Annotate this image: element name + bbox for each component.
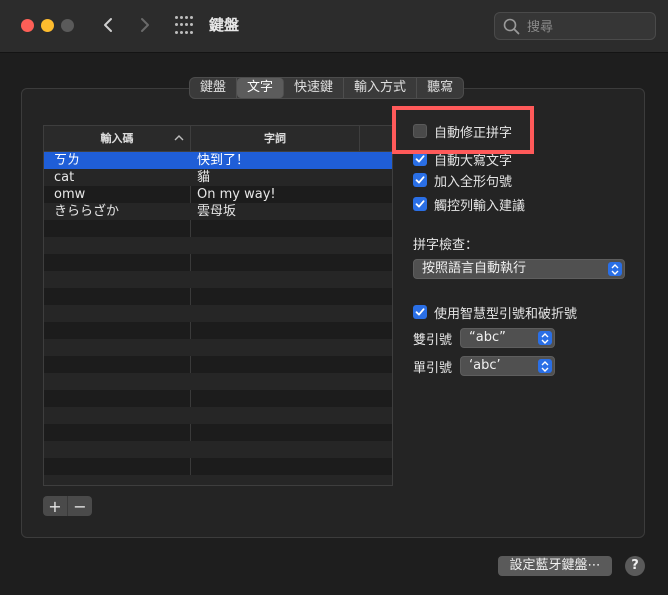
empty-row [44, 220, 392, 237]
tab-shortcuts[interactable]: 快速鍵 [284, 78, 345, 98]
touchbar-suggestions-option[interactable]: 觸控列輸入建議 [413, 195, 526, 214]
row-word: 快到了！ [197, 153, 250, 168]
sort-ascending-icon [174, 135, 184, 141]
minimize-button[interactable] [41, 19, 54, 32]
single-quote-popup[interactable]: ‘abc’ [460, 356, 555, 376]
empty-row [44, 305, 392, 322]
close-button[interactable] [21, 19, 34, 32]
updown-arrows-icon [608, 262, 622, 276]
search-input[interactable] [525, 17, 649, 37]
table-header: 輸入碼 字詞 [44, 126, 392, 152]
fullwidth-period-option[interactable]: 加入全形句號 [413, 171, 513, 190]
table-rows: ㄎㄌ 快到了！ cat 貓 omw On my way! きららざか 雲母坂 [44, 152, 392, 485]
empty-row [44, 322, 392, 339]
search-field[interactable] [494, 12, 656, 40]
column-header-with[interactable]: 字詞 [191, 126, 360, 151]
chevron-left-icon [104, 18, 112, 32]
empty-row [44, 373, 392, 390]
checkmark-icon [415, 176, 425, 184]
spelling-value: 按照語言自動執行 [422, 261, 527, 276]
checkmark-icon [415, 155, 425, 163]
help-button[interactable]: ? [625, 556, 645, 576]
search-icon [503, 18, 520, 35]
row-code: cat [54, 170, 75, 185]
touchbar-suggestions-checkbox[interactable] [413, 197, 427, 211]
spelling-label: 拼字檢查： [413, 238, 479, 253]
remove-button[interactable]: − [67, 496, 92, 516]
table-row[interactable]: ㄎㄌ 快到了！ [44, 152, 392, 169]
updown-arrows-icon [538, 359, 552, 373]
back-button[interactable] [96, 13, 120, 37]
row-word: On my way! [197, 187, 276, 202]
tab-text[interactable]: 文字 [237, 78, 285, 98]
show-all-grid-icon[interactable] [175, 16, 195, 36]
spelling-popup[interactable]: 按照語言自動執行 [413, 259, 625, 279]
row-word: 雲母坂 [197, 204, 237, 219]
forward-button[interactable] [133, 13, 157, 37]
row-word: 貓 [197, 170, 211, 185]
checkmark-icon [415, 308, 425, 316]
smart-quotes-label: 使用智慧型引號和破折號 [434, 306, 578, 322]
column-header-replace[interactable]: 輸入碼 [44, 126, 191, 151]
column-header-replace-label: 輸入碼 [100, 132, 134, 145]
tab-input-sources[interactable]: 輸入方式 [344, 78, 418, 98]
row-code: ㄎㄌ [54, 153, 81, 168]
empty-row [44, 458, 392, 475]
table-row[interactable]: きららざか 雲母坂 [44, 203, 392, 220]
checkmark-icon [415, 200, 425, 208]
setup-bluetooth-keyboard-button[interactable]: 設定藍牙鍵盤⋯ [498, 556, 612, 576]
autocorrect-option[interactable]: 自動修正拼字 [413, 122, 513, 141]
window-title: 鍵盤 [209, 16, 240, 34]
tab-keyboard[interactable]: 鍵盤 [190, 78, 238, 98]
fullwidth-period-label: 加入全形句號 [434, 174, 513, 190]
empty-row [44, 356, 392, 373]
updown-arrows-icon [538, 331, 552, 345]
autocorrect-label: 自動修正拼字 [434, 125, 513, 141]
tab-dictation[interactable]: 聽寫 [417, 78, 463, 98]
autocorrect-checkbox[interactable] [413, 124, 427, 138]
empty-row [44, 390, 392, 407]
single-quote-label: 單引號 [413, 361, 453, 376]
double-quote-popup[interactable]: “abc” [460, 328, 555, 348]
empty-row [44, 475, 392, 485]
empty-row [44, 271, 392, 288]
smart-quotes-option[interactable]: 使用智慧型引號和破折號 [413, 303, 578, 322]
text-replacement-table[interactable]: 輸入碼 字詞 ㄎㄌ 快到了！ cat 貓 omw On my way! きららざ… [43, 125, 393, 486]
fullwidth-period-checkbox[interactable] [413, 173, 427, 187]
title-bar: 鍵盤 [0, 0, 668, 53]
tab-bar: 鍵盤 文字 快速鍵 輸入方式 聽寫 [189, 77, 465, 99]
empty-row [44, 441, 392, 458]
single-quote-value: ‘abc’ [469, 358, 501, 373]
empty-row [44, 288, 392, 305]
chevron-right-icon [141, 18, 149, 32]
row-code: omw [54, 187, 86, 202]
table-row[interactable]: omw On my way! [44, 186, 392, 203]
auto-capitalize-checkbox[interactable] [413, 152, 427, 166]
touchbar-suggestions-label: 觸控列輸入建議 [434, 198, 526, 214]
smart-quotes-checkbox[interactable] [413, 305, 427, 319]
add-button[interactable]: + [43, 496, 67, 516]
zoom-button[interactable] [61, 19, 74, 32]
row-code: きららざか [54, 204, 120, 219]
table-row[interactable]: cat 貓 [44, 169, 392, 186]
empty-row [44, 339, 392, 356]
empty-row [44, 237, 392, 254]
empty-row [44, 254, 392, 271]
empty-row [44, 424, 392, 441]
empty-row [44, 407, 392, 424]
keyboard-preferences-window: 鍵盤 鍵盤 文字 快速鍵 輸入方式 聽寫 輸入碼 字詞 [0, 0, 668, 595]
add-remove-control: + − [43, 496, 92, 516]
double-quote-value: “abc” [469, 330, 506, 345]
double-quote-label: 雙引號 [413, 333, 453, 348]
